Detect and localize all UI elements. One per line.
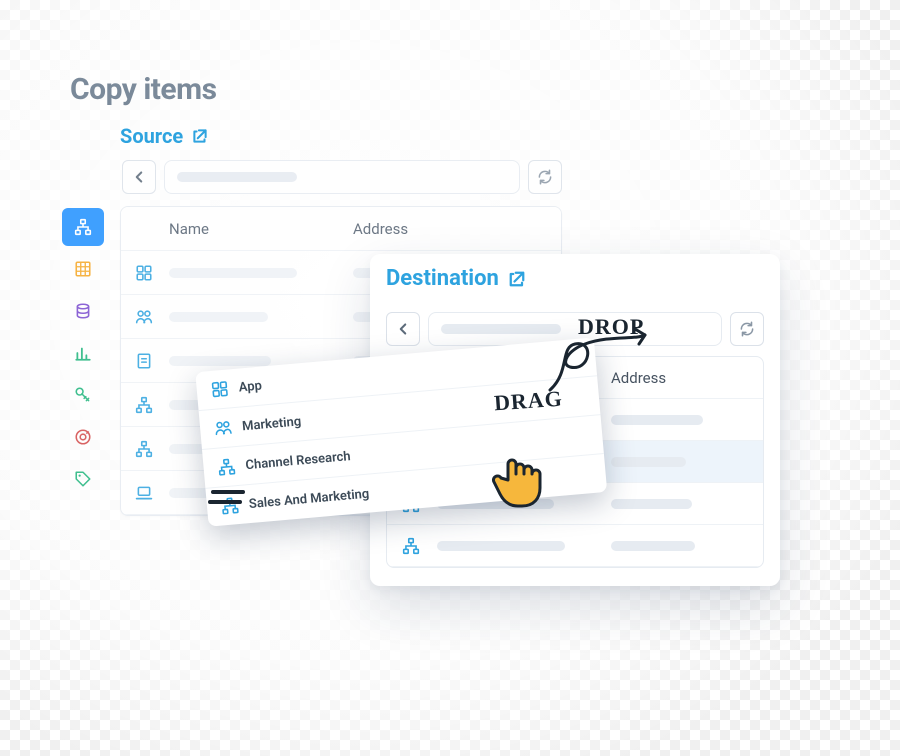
people-icon (213, 418, 233, 438)
rail-key-icon[interactable] (62, 376, 104, 414)
drag-item-label: App (238, 378, 262, 395)
refresh-icon (738, 320, 756, 338)
back-button[interactable] (386, 312, 420, 346)
source-label: Source (120, 124, 183, 148)
drag-cursor-icon (488, 442, 558, 512)
motion-lines (208, 482, 268, 512)
external-link-icon (507, 269, 527, 289)
hierarchy-icon (135, 396, 153, 414)
column-address: Address (353, 220, 408, 238)
rail-table-icon[interactable] (62, 250, 104, 288)
laptop-icon (135, 484, 153, 502)
rail-target-icon[interactable] (62, 418, 104, 456)
refresh-button[interactable] (528, 160, 562, 194)
key-icon (74, 386, 92, 404)
destination-link[interactable]: Destination (386, 266, 527, 291)
column-name: Name (169, 220, 339, 238)
chart-icon (74, 344, 92, 362)
refresh-icon (536, 168, 554, 186)
rail-hierarchy-icon[interactable] (62, 208, 104, 246)
hierarchy-icon (74, 218, 92, 236)
note-icon (135, 352, 153, 370)
page-title: Copy items (70, 72, 217, 107)
source-link[interactable]: Source (120, 124, 209, 148)
drop-annotation: DROP (578, 314, 644, 340)
chevron-left-icon (394, 320, 412, 338)
table-icon (74, 260, 92, 278)
breadcrumb-path[interactable] (164, 160, 520, 194)
refresh-button[interactable] (730, 312, 764, 346)
hierarchy-icon (135, 440, 153, 458)
drag-item-label: Channel Research (245, 449, 351, 473)
source-type-rail (62, 208, 104, 498)
rail-database-icon[interactable] (62, 292, 104, 330)
tag-icon (74, 470, 92, 488)
external-link-icon (191, 127, 209, 145)
back-button[interactable] (122, 160, 156, 194)
rail-tag-icon[interactable] (62, 460, 104, 498)
destination-label: Destination (386, 266, 499, 291)
app-icon (210, 379, 230, 399)
hierarchy-icon (217, 457, 237, 477)
column-address: Address (611, 369, 751, 387)
database-icon (74, 302, 92, 320)
drag-item-label: Marketing (241, 414, 301, 434)
source-table-header: Name Address (121, 207, 561, 251)
rail-chart-icon[interactable] (62, 334, 104, 372)
hierarchy-icon (402, 537, 420, 555)
drag-annotation: DRAG (493, 386, 563, 417)
app-icon (135, 264, 153, 282)
people-icon (135, 308, 153, 326)
chevron-left-icon (130, 168, 148, 186)
table-row[interactable] (387, 525, 763, 567)
target-icon (74, 428, 92, 446)
